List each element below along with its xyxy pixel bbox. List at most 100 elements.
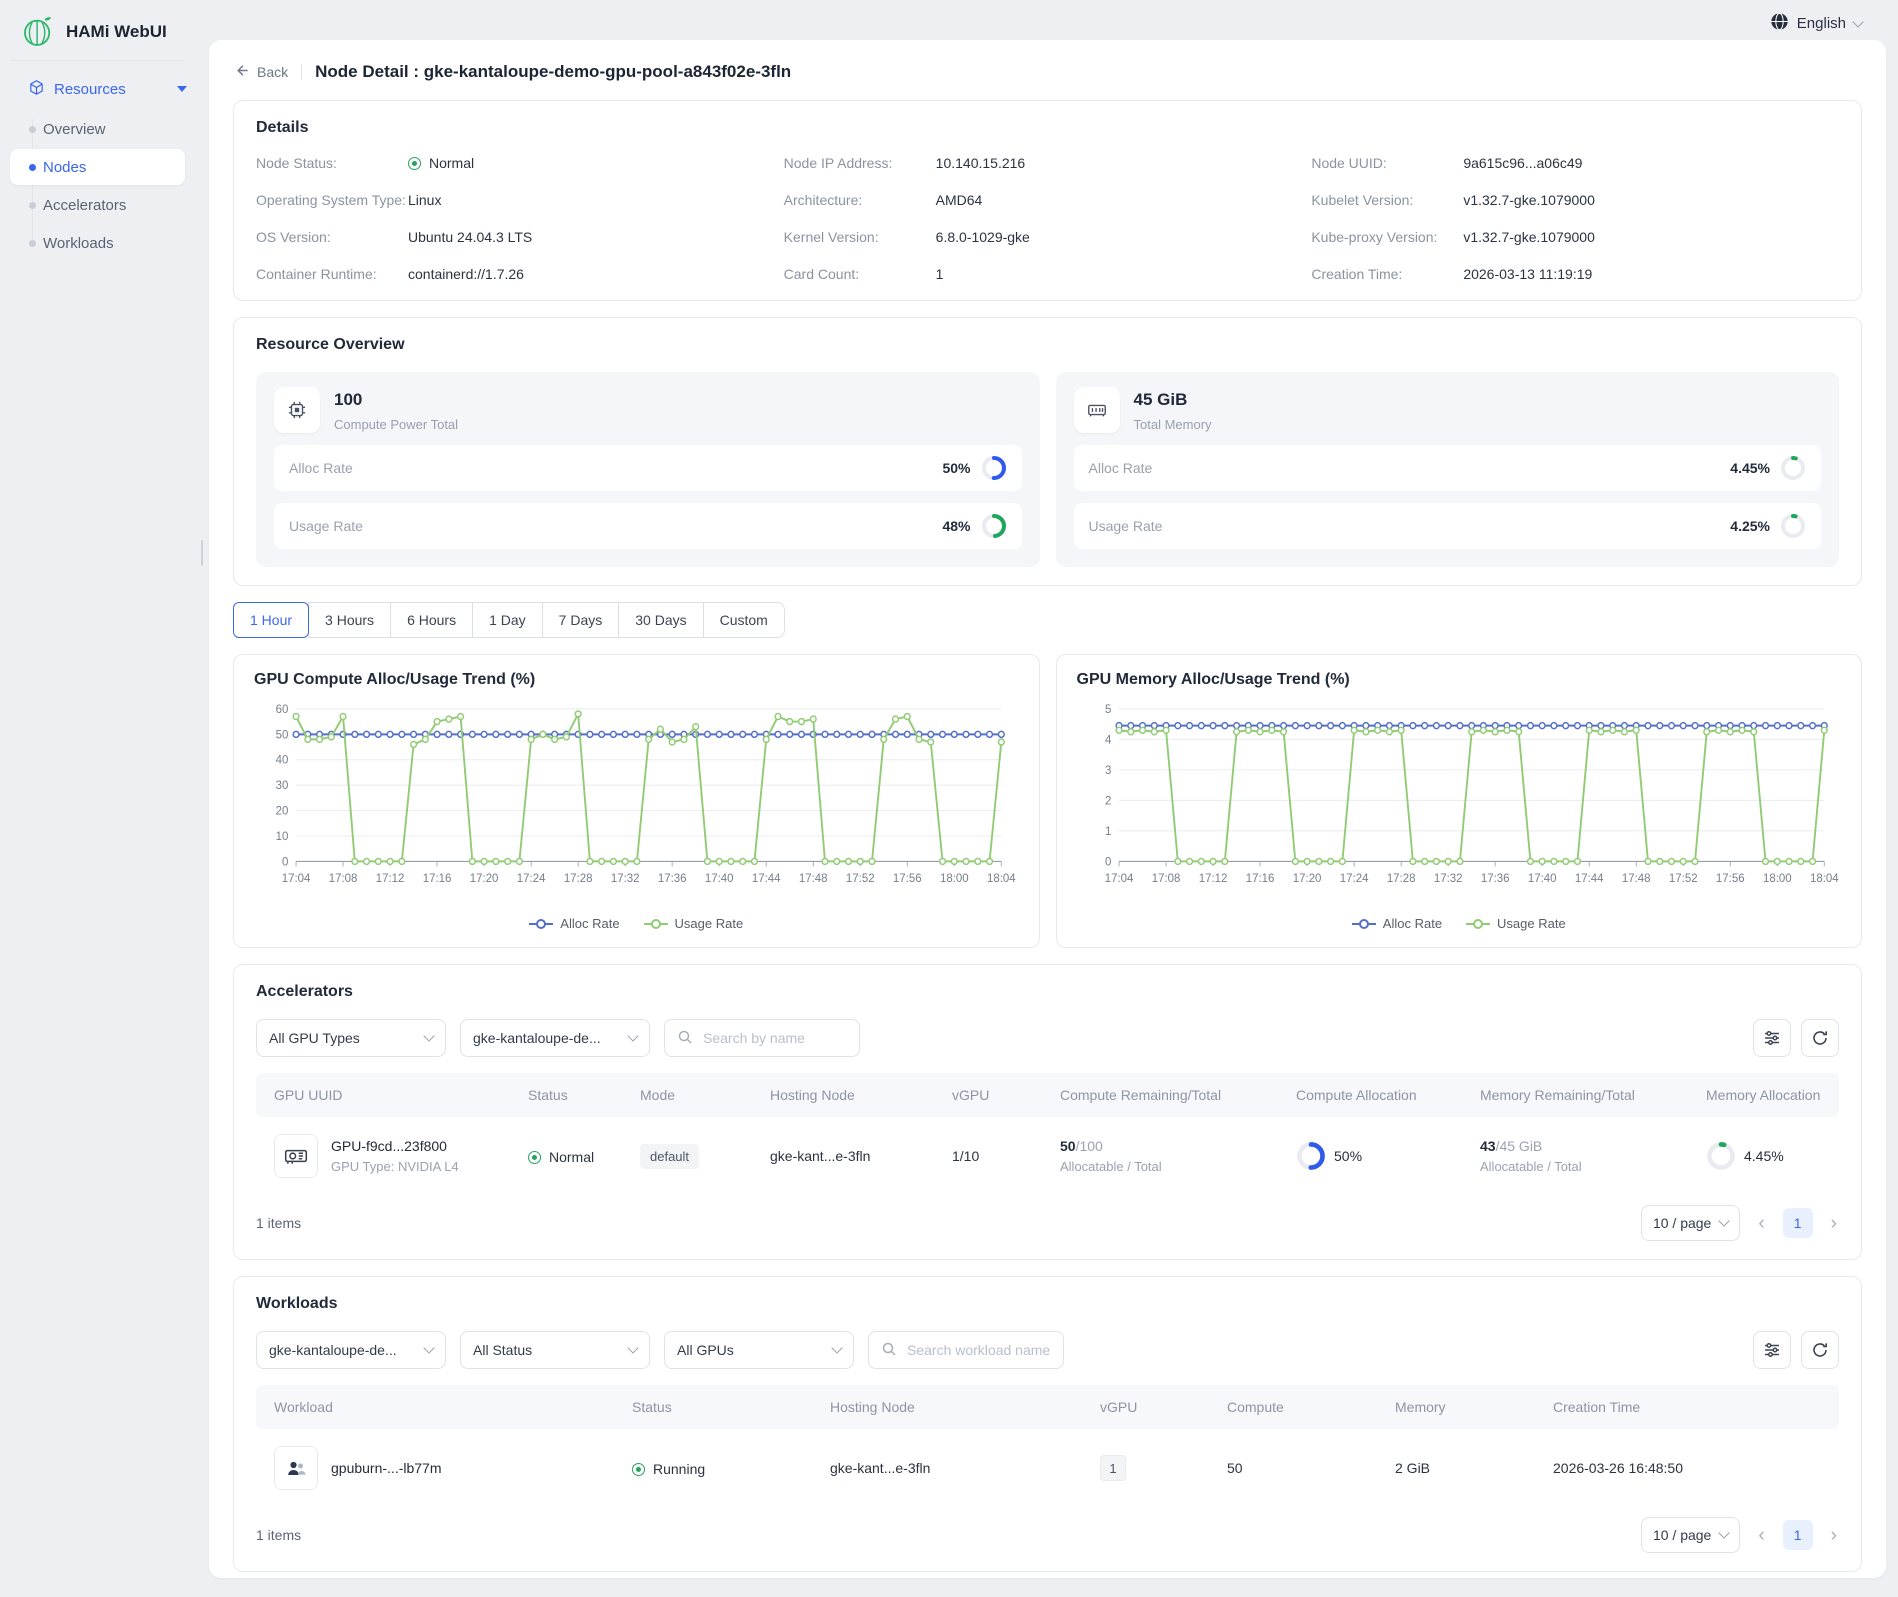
back-button[interactable]: Back (233, 62, 288, 82)
refresh-button[interactable] (1801, 1331, 1839, 1369)
compute-allocation-donut (1296, 1141, 1326, 1171)
workload-search-input[interactable] (905, 1341, 1063, 1359)
svg-text:17:56: 17:56 (1715, 872, 1744, 885)
table-row[interactable]: gpuburn-...-lb77m Running gke-kant...e-3… (256, 1429, 1839, 1501)
node-select[interactable]: gke-kantaloupe-de... (460, 1019, 650, 1057)
status-badge: Running (632, 1461, 705, 1477)
legend-item[interactable]: Usage Rate (1466, 916, 1566, 931)
svg-text:17:48: 17:48 (1621, 872, 1650, 885)
search-icon (677, 1029, 693, 1048)
svg-text:17:28: 17:28 (564, 872, 593, 885)
sidebar-divider (10, 60, 185, 61)
gpu-type-select[interactable]: All GPU Types (256, 1019, 446, 1057)
chart-title: GPU Memory Alloc/Usage Trend (%) (1077, 671, 1842, 689)
legend-item[interactable]: Usage Rate (644, 916, 744, 931)
accelerators-footer: 1 items 10 / page ‹ 1 › (256, 1205, 1839, 1241)
chevron-down-icon (627, 1030, 638, 1041)
chevron-down-icon (627, 1342, 638, 1353)
chevron-down-icon (1719, 1527, 1730, 1538)
total-memory-subtitle: Total Memory (1134, 417, 1212, 432)
total-memory-header: 45 GiB Total Memory (1074, 387, 1822, 433)
svg-text:17:44: 17:44 (1574, 872, 1603, 885)
gpu-uuid-cell: GPU-f9cd...23f800 GPU Type: NVIDIA L4 (256, 1134, 528, 1178)
search-icon (881, 1341, 897, 1360)
svg-text:17:32: 17:32 (1433, 872, 1462, 885)
legend-item[interactable]: Alloc Rate (1352, 916, 1442, 931)
prev-page-button[interactable]: ‹ (1756, 1526, 1766, 1545)
charts-row: GPU Compute Alloc/Usage Trend (%) 010203… (233, 654, 1862, 948)
sidebar-submenu: Overview Nodes Accelerators Workloads (0, 111, 209, 261)
usage-rate-donut (981, 513, 1007, 539)
tab-3-hours[interactable]: 3 Hours (308, 602, 391, 638)
chart-legend: Alloc Rate Usage Rate (254, 908, 1019, 939)
refresh-button[interactable] (1801, 1019, 1839, 1057)
trend-chart-svg: 01234517:0417:0817:1217:1617:2017:2417:2… (1077, 697, 1842, 905)
gpu-memory-trend-card: GPU Memory Alloc/Usage Trend (%) 0123451… (1056, 654, 1863, 948)
svg-text:17:32: 17:32 (611, 872, 640, 885)
sidebar-item-workloads[interactable]: Workloads (10, 225, 185, 261)
svg-text:20: 20 (276, 804, 289, 817)
legend-item[interactable]: Alloc Rate (529, 916, 619, 931)
sidebar-item-resources[interactable]: Resources (0, 69, 209, 109)
tab-custom[interactable]: Custom (703, 602, 785, 638)
page-title: Node Detail : gke-kantaloupe-demo-gpu-po… (315, 62, 791, 82)
bullet-dot-icon (29, 164, 36, 171)
svg-text:17:56: 17:56 (893, 872, 922, 885)
language-selector[interactable]: English (1770, 12, 1862, 35)
status-ok-icon (632, 1463, 645, 1476)
column-settings-button[interactable] (1753, 1019, 1791, 1057)
sidebar-item-accelerators[interactable]: Accelerators (10, 187, 185, 223)
tab-30-days[interactable]: 30 Days (618, 602, 703, 638)
page-number[interactable]: 1 (1783, 1520, 1813, 1550)
compute-power-subtitle: Compute Power Total (334, 417, 458, 432)
app-logo[interactable]: HAMi WebUI (0, 10, 209, 54)
page-size-select[interactable]: 10 / page (1641, 1517, 1740, 1553)
column-settings-button[interactable] (1753, 1331, 1791, 1369)
arrow-left-icon (233, 62, 250, 82)
page-number[interactable]: 1 (1783, 1208, 1813, 1238)
workload-search (868, 1331, 1064, 1369)
tab-7-days[interactable]: 7 Days (542, 602, 620, 638)
tab-1-day[interactable]: 1 Day (472, 602, 543, 638)
detail-field-node-ip: Node IP Address: 10.140.15.216 (784, 155, 1312, 171)
accelerator-search-input[interactable] (701, 1029, 841, 1047)
status-select[interactable]: All Status (460, 1331, 650, 1369)
total-memory-card: 45 GiB Total Memory Alloc Rate 4.45% Usa… (1056, 372, 1840, 567)
svg-text:17:40: 17:40 (1527, 872, 1556, 885)
svg-text:60: 60 (276, 703, 289, 716)
globe-icon (1770, 12, 1789, 35)
table-row[interactable]: GPU-f9cd...23f800 GPU Type: NVIDIA L4 No… (256, 1117, 1839, 1189)
workload-name-cell: gpuburn-...-lb77m (256, 1446, 632, 1490)
gpus-select[interactable]: All GPUs (664, 1331, 854, 1369)
tab-1-hour[interactable]: 1 Hour (233, 602, 309, 638)
svg-text:17:36: 17:36 (658, 872, 687, 885)
svg-text:17:52: 17:52 (1668, 872, 1697, 885)
sidebar-item-overview[interactable]: Overview (10, 111, 185, 147)
svg-text:17:36: 17:36 (1480, 872, 1509, 885)
next-page-button[interactable]: › (1829, 1214, 1839, 1233)
svg-text:17:16: 17:16 (423, 872, 452, 885)
chevron-down-icon (1719, 1215, 1730, 1226)
svg-text:17:40: 17:40 (705, 872, 734, 885)
node-select[interactable]: gke-kantaloupe-de... (256, 1331, 446, 1369)
chevron-down-icon (831, 1342, 842, 1353)
accelerators-filters: All GPU Types gke-kantaloupe-de... (256, 1019, 1839, 1057)
tab-6-hours[interactable]: 6 Hours (390, 602, 473, 638)
page-size-select[interactable]: 10 / page (1641, 1205, 1740, 1241)
detail-field-card-count: Card Count: 1 (784, 266, 1312, 282)
sidebar-item-nodes[interactable]: Nodes (10, 149, 185, 185)
accelerator-search (664, 1019, 860, 1057)
detail-field-container-runtime: Container Runtime: containerd://1.7.26 (256, 266, 784, 282)
bullet-dot-icon (29, 126, 36, 133)
usage-rate-donut (1780, 513, 1806, 539)
items-count: 1 items (256, 1215, 301, 1231)
next-page-button[interactable]: › (1829, 1526, 1839, 1545)
items-count: 1 items (256, 1527, 301, 1543)
cube-icon (28, 79, 45, 100)
status-ok-icon (408, 157, 421, 170)
gpu-memory-trend-chart: 01234517:0417:0817:1217:1617:2017:2417:2… (1077, 697, 1842, 939)
sidebar-collapse-handle[interactable] (201, 540, 203, 566)
chevron-down-icon (423, 1030, 434, 1041)
prev-page-button[interactable]: ‹ (1756, 1214, 1766, 1233)
svg-text:17:20: 17:20 (470, 872, 499, 885)
